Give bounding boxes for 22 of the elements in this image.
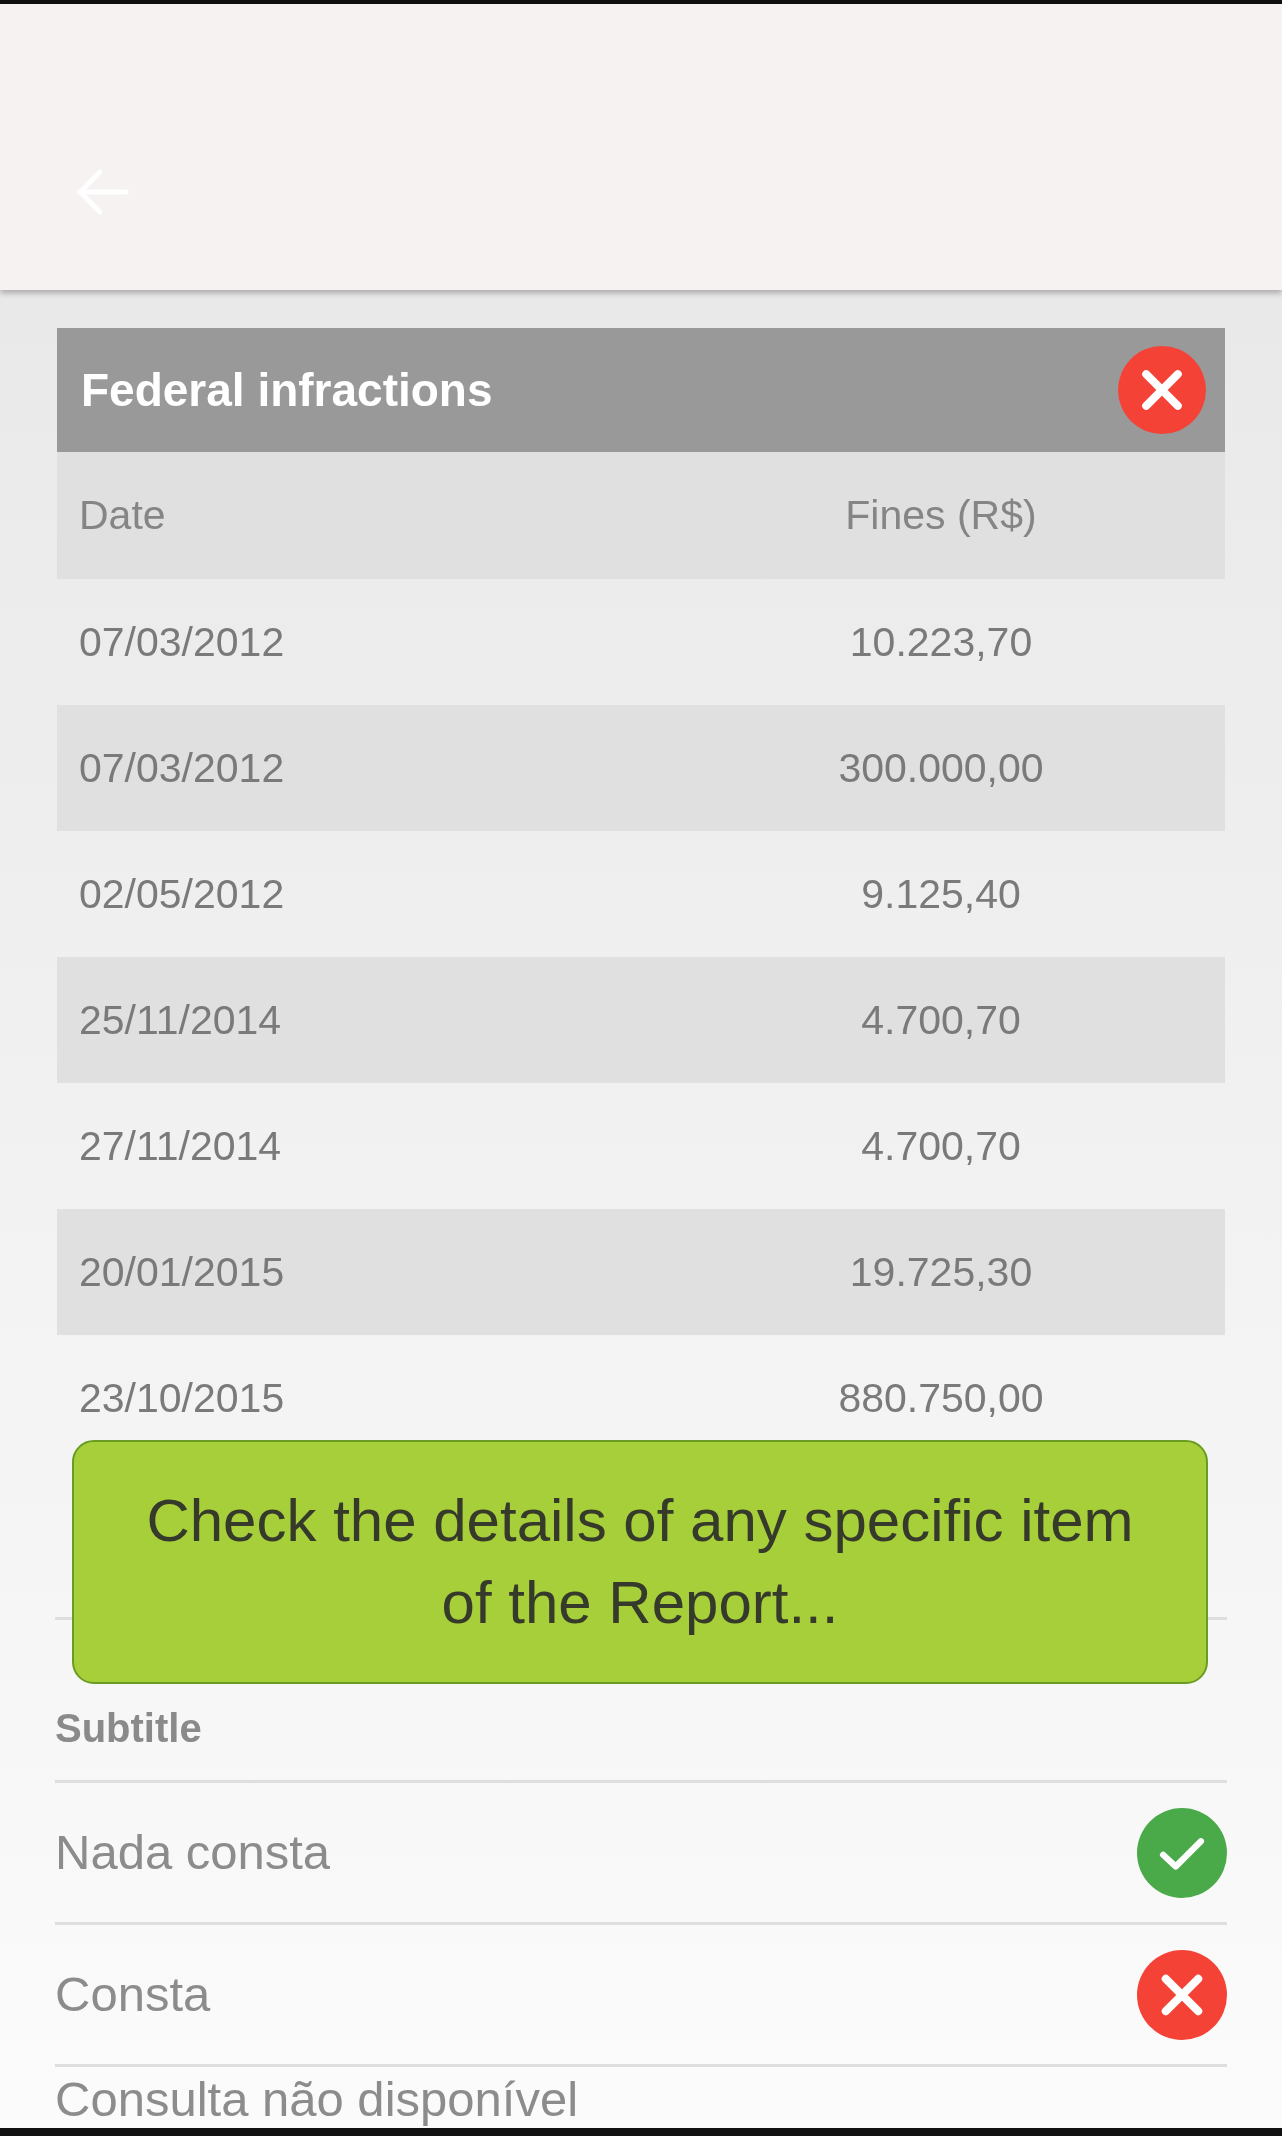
table-cell: 19.725,30	[849, 1251, 1033, 1293]
table-cell: 10.223,70	[849, 621, 1033, 663]
table-cell: 4.700,70	[861, 999, 1021, 1041]
table-cell: 20/01/2015	[79, 1251, 285, 1293]
table-cell: 07/03/2012	[79, 621, 285, 663]
table-cell: 4.700,70	[861, 1125, 1021, 1167]
column-header: Date	[79, 495, 166, 536]
column-header: Fines (R$)	[845, 495, 1037, 536]
table-cell: 27/11/2014	[79, 1125, 282, 1167]
table-cell: 300.000,00	[838, 747, 1044, 789]
table-cell: 25/11/2014	[79, 999, 282, 1041]
legend-label: Consulta não disponível	[55, 2071, 579, 2128]
table-cell: 23/10/2015	[79, 1377, 285, 1419]
legend-title: Subtitle	[55, 1706, 202, 1750]
table-cell: 880.750,00	[838, 1377, 1044, 1419]
table-cell: 07/03/2012	[79, 747, 285, 789]
legend-label: Consta	[55, 1966, 211, 2023]
tooltip: Check the details of any specific item of the Report...	[72, 1440, 1208, 1684]
table-cell: 9.125,40	[861, 873, 1021, 915]
card-title: Federal infractions	[81, 367, 493, 413]
legend-label: Nada consta	[55, 1824, 331, 1881]
table-cell: 02/05/2012	[79, 873, 285, 915]
